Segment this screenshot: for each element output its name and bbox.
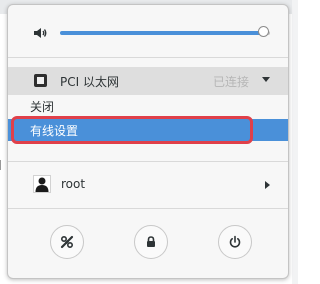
network-status: 已连接 — [213, 75, 250, 89]
network-close-label: 关闭 — [30, 100, 55, 114]
user-name: root — [61, 177, 86, 191]
lock-button[interactable] — [134, 225, 168, 259]
separator — [8, 208, 288, 209]
volume-row — [8, 21, 288, 45]
power-button[interactable] — [218, 225, 252, 259]
settings-button[interactable] — [50, 225, 84, 259]
power-icon — [229, 235, 241, 248]
chevron-right-icon — [265, 181, 270, 189]
network-close-item[interactable]: 关闭 — [8, 95, 288, 117]
lock-icon — [147, 236, 155, 247]
chevron-down-icon — [262, 77, 270, 82]
wired-network-icon — [34, 74, 47, 87]
separator — [8, 57, 288, 58]
annotation-highlight-box — [11, 116, 253, 144]
system-status-menu: PCI 以太网 已连接 关闭 有线设置 root — [7, 4, 289, 279]
separator — [8, 161, 288, 162]
network-menu-header[interactable]: PCI 以太网 已连接 — [8, 67, 288, 95]
volume-slider-knob[interactable] — [257, 26, 269, 37]
avatar — [33, 175, 51, 193]
volume-slider[interactable] — [60, 31, 270, 35]
background-window-edge — [0, 160, 5, 170]
desktop-background-right — [292, 0, 298, 284]
user-menu-item[interactable]: root — [8, 172, 288, 198]
settings-icon — [60, 235, 74, 249]
speaker-icon — [32, 25, 48, 41]
network-label: PCI 以太网 — [60, 75, 119, 89]
